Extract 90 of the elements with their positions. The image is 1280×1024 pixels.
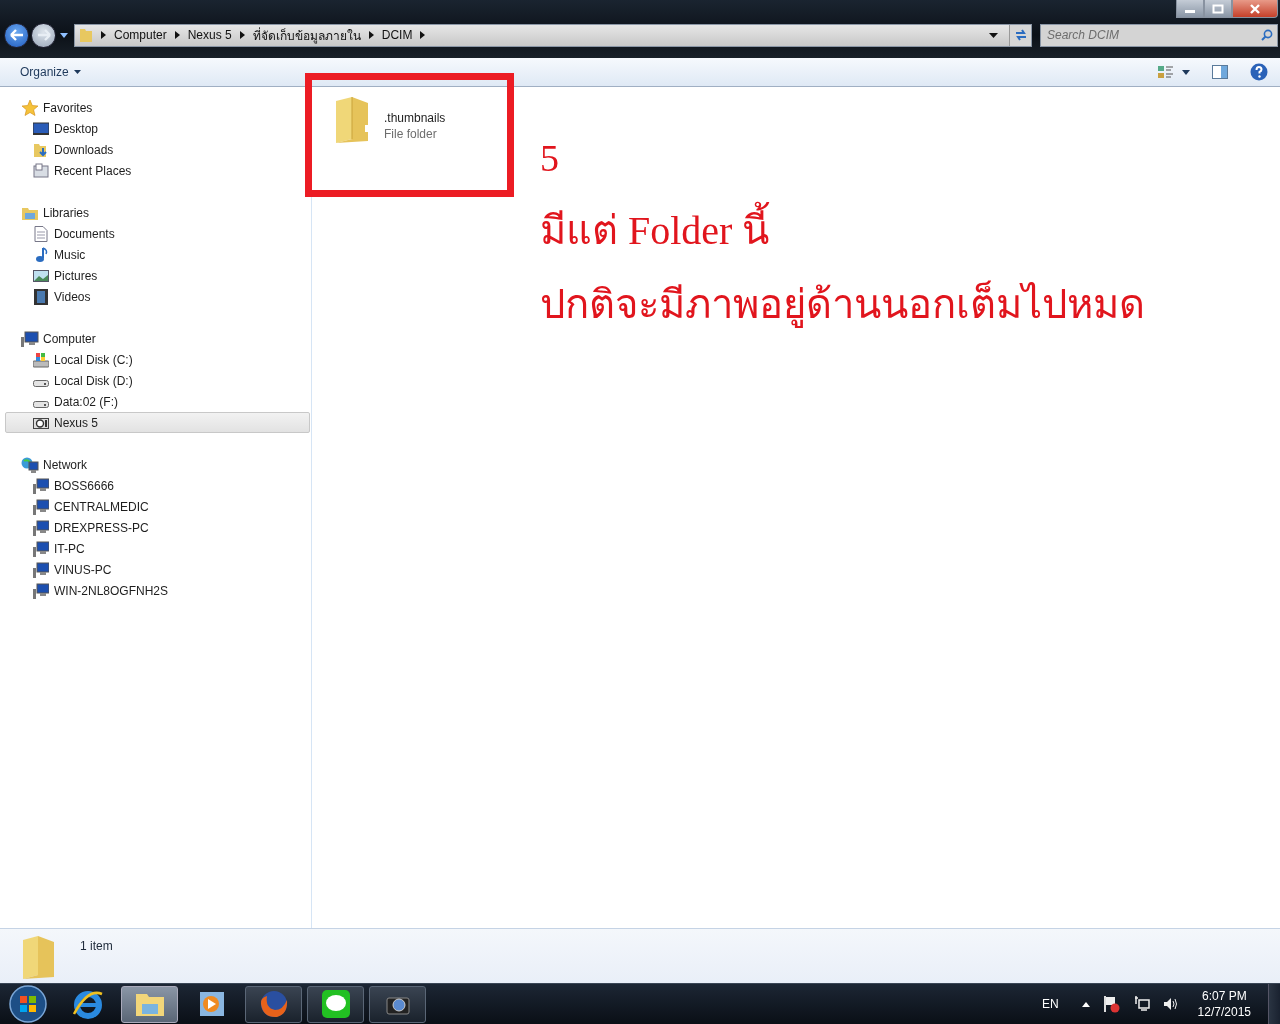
nav-item[interactable]: BOSS6666 bbox=[5, 475, 310, 496]
chevron-icon[interactable] bbox=[101, 31, 106, 39]
computer-icon bbox=[33, 540, 49, 557]
computer-icon bbox=[33, 477, 49, 494]
downloads-icon bbox=[33, 141, 49, 158]
flag-icon[interactable] bbox=[1102, 995, 1121, 1013]
annotation-text: มีแต่ Folder นี้ bbox=[540, 202, 1145, 261]
breadcrumb[interactable]: DCIM bbox=[381, 28, 413, 42]
caret-icon bbox=[1182, 69, 1190, 75]
clock[interactable]: 6:07 PM 12/7/2015 bbox=[1197, 988, 1251, 1020]
restore-icon bbox=[1212, 3, 1224, 14]
nav-item[interactable]: Favorites bbox=[5, 97, 310, 118]
nav-item[interactable]: IT-PC bbox=[5, 538, 310, 559]
maximize-button[interactable] bbox=[1204, 0, 1232, 18]
computer-icon bbox=[33, 519, 49, 536]
nav-item[interactable]: Local Disk (D:) bbox=[5, 370, 310, 391]
nav-item[interactable]: Nexus 5 bbox=[5, 412, 310, 433]
folder-item[interactable]: .thumbnails File folder bbox=[332, 95, 532, 145]
nav-item[interactable]: DREXPRESS-PC bbox=[5, 517, 310, 538]
nav-item[interactable]: Data:02 (F:) bbox=[5, 391, 310, 412]
nav-item[interactable]: VINUS-PC bbox=[5, 559, 310, 580]
chevron-icon[interactable] bbox=[368, 31, 374, 39]
minimize-button[interactable] bbox=[1176, 0, 1204, 18]
caret-icon bbox=[73, 70, 81, 74]
chevron-icon[interactable] bbox=[174, 31, 180, 39]
taskbar-button[interactable] bbox=[121, 985, 178, 1023]
star-icon bbox=[21, 99, 39, 116]
chevron-icon[interactable] bbox=[239, 31, 245, 39]
recent-icon bbox=[33, 162, 49, 179]
network-icon[interactable] bbox=[1133, 996, 1150, 1012]
history-dropdown-icon[interactable] bbox=[60, 32, 68, 38]
nav-item[interactable]: Documents bbox=[5, 223, 310, 244]
item-count: 1 item bbox=[80, 938, 113, 953]
address-bar[interactable]: Computer Nexus 5 ที่จัดเก็บข้อมูลภายใน DCIM bbox=[74, 23, 1032, 47]
details-view-icon bbox=[1158, 65, 1174, 79]
search-field[interactable]: Search DCIM bbox=[1040, 23, 1278, 47]
nav-item[interactable]: Music bbox=[5, 244, 310, 265]
nav-item[interactable]: Local Disk (C:) bbox=[5, 349, 310, 370]
start-orb-icon bbox=[8, 985, 48, 1023]
dropdown-icon[interactable] bbox=[989, 32, 998, 38]
nav-item[interactable]: Network bbox=[5, 454, 310, 475]
desktop-icon bbox=[33, 120, 49, 137]
nav-item[interactable]: Recent Places bbox=[5, 160, 310, 181]
preview-pane-icon bbox=[1212, 65, 1228, 79]
network-icon bbox=[21, 456, 39, 473]
search-icon[interactable] bbox=[1261, 28, 1273, 41]
computer-icon bbox=[33, 582, 49, 599]
folder-icon bbox=[79, 27, 93, 43]
nav-item[interactable]: WIN-2NL8OGFNH2S bbox=[5, 580, 310, 601]
breadcrumb[interactable]: Computer bbox=[114, 28, 167, 42]
computer-icon bbox=[33, 498, 49, 515]
language-indicator[interactable]: EN bbox=[1041, 997, 1059, 1011]
video-icon bbox=[33, 288, 49, 305]
forward-button[interactable] bbox=[31, 22, 56, 48]
show-hidden-icons-icon[interactable] bbox=[1081, 1001, 1090, 1007]
annotation-text: ปกติจะมีภาพอยู่ด้านนอกเต็มไปหมด bbox=[540, 279, 1145, 330]
taskbar-button[interactable] bbox=[307, 985, 364, 1023]
computer-icon bbox=[21, 330, 39, 347]
nav-item[interactable]: Computer bbox=[5, 328, 310, 349]
refresh-button[interactable] bbox=[1009, 24, 1031, 46]
document-icon bbox=[33, 225, 49, 242]
nav-item[interactable]: Libraries bbox=[5, 202, 310, 223]
music-icon bbox=[33, 246, 49, 263]
file-type: File folder bbox=[384, 127, 438, 141]
nav-item[interactable]: Downloads bbox=[5, 139, 310, 160]
nav-item[interactable]: Videos bbox=[5, 286, 310, 307]
breadcrumb[interactable]: ที่จัดเก็บข้อมูลภายใน bbox=[252, 25, 361, 45]
clock-time: 6:07 PM bbox=[1201, 988, 1247, 1004]
file-name: .thumbnails bbox=[384, 111, 446, 125]
back-button[interactable] bbox=[4, 22, 29, 48]
back-arrow-icon bbox=[9, 29, 24, 41]
system-disk-icon bbox=[33, 351, 49, 368]
clock-date: 12/7/2015 bbox=[1197, 1004, 1251, 1020]
breadcrumb[interactable]: Nexus 5 bbox=[187, 28, 232, 42]
pictures-icon bbox=[33, 267, 49, 284]
chevron-icon[interactable] bbox=[420, 31, 426, 39]
close-icon bbox=[1249, 3, 1261, 14]
nav-item[interactable]: CENTRALMEDIC bbox=[5, 496, 310, 517]
nav-item[interactable]: Pictures bbox=[5, 265, 310, 286]
refresh-icon bbox=[1013, 29, 1028, 41]
nav-item[interactable]: Desktop bbox=[5, 118, 310, 139]
browser-icon bbox=[70, 988, 105, 1020]
computer-icon bbox=[33, 561, 49, 578]
close-button[interactable] bbox=[1232, 0, 1278, 18]
start-button[interactable] bbox=[8, 985, 48, 1023]
annotation-text: 5 bbox=[540, 136, 560, 181]
forward-arrow-icon bbox=[36, 29, 51, 41]
organize-button[interactable]: Organize bbox=[14, 63, 87, 81]
volume-icon[interactable] bbox=[1162, 997, 1179, 1011]
help-icon bbox=[1250, 63, 1268, 81]
